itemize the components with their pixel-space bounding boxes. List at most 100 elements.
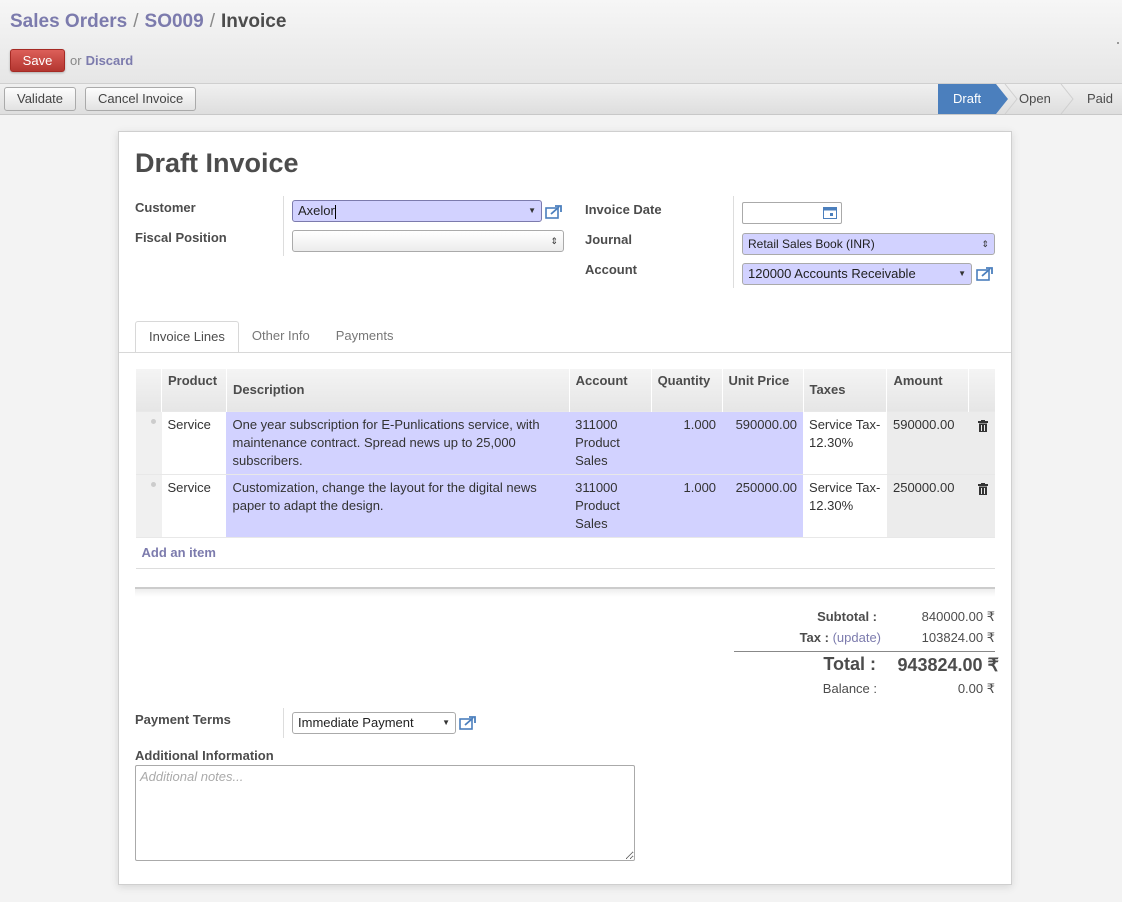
subtotal-label: Subtotal : [817,609,877,624]
additional-notes-textarea[interactable] [135,765,635,861]
column-header-quantity[interactable]: Quantity [650,369,723,411]
stage-chevron-icon [1004,84,1018,114]
table-end [135,567,995,569]
drag-handle-icon[interactable] [135,410,162,474]
cell-account[interactable]: 311000 Product Sales [569,473,652,537]
total-value: 943824.00 ₹ [897,655,999,675]
tax-value: 103824.00 ₹ [921,630,995,645]
validate-button[interactable]: Validate [4,87,77,111]
chevron-down-icon[interactable]: ▼ [442,713,450,733]
invoice-sheet: Draft Invoice Customer Fiscal Position A… [118,131,1012,885]
text-cursor [334,204,336,219]
column-header-description[interactable]: Description [225,369,570,411]
tab-invoice-lines[interactable]: Invoice Lines [135,321,239,353]
breadcrumb: Sales Orders / SO009/Invoice [10,11,286,33]
cell-amount: 250000.00 [886,473,969,537]
balance-label: Balance : [822,681,877,696]
fiscal-position-label: Fiscal Position [135,230,227,245]
trash-icon[interactable] [977,482,988,495]
form-actions: Save or Discard [10,49,133,72]
cell-taxes[interactable]: Service Tax-12.30% [803,410,887,474]
column-header-amount[interactable]: Amount [886,369,969,411]
field-divider [733,196,734,288]
journal-field[interactable]: Retail Sales Book (INR) ⇕ [742,233,995,255]
journal-value: Retail Sales Book (INR) [748,237,875,251]
invoice-date-input[interactable] [742,202,842,224]
account-field[interactable]: 120000 Accounts Receivable ▼ [742,263,972,285]
cell-description[interactable]: One year subscription for E-Punlications… [226,410,570,474]
additional-info-label: Additional Information [135,748,274,763]
field-divider [283,196,284,256]
column-header-product[interactable]: Product [161,369,227,411]
discard-link[interactable]: Discard [86,53,134,68]
add-item-row: Add an item [135,536,995,568]
cell-unit-price[interactable]: 590000.00 [722,410,804,474]
column-header-unit-price[interactable]: Unit Price [721,369,804,411]
drag-handle-icon[interactable] [135,473,162,537]
breadcrumb-separator: / [133,11,139,32]
invoice-lines-table: Product Description Account Quantity Uni… [135,369,995,569]
tax-label: Tax : [799,630,829,645]
cancel-invoice-button[interactable]: Cancel Invoice [85,87,197,111]
select-arrows-icon[interactable]: ⇕ [981,234,989,254]
fiscal-position-field[interactable]: ⇕ [292,230,564,252]
customer-field[interactable]: Axelor ▼ [292,200,542,222]
dot-indicator [1117,42,1119,44]
column-header-taxes[interactable]: Taxes [802,369,887,411]
cell-taxes[interactable]: Service Tax-12.30% [803,473,887,537]
top-bar: Sales Orders / SO009/Invoice Save or Disca… [0,0,1122,84]
chevron-down-icon[interactable]: ▼ [528,201,536,221]
column-header-account[interactable]: Account [568,369,652,411]
invoice-date-label: Invoice Date [585,202,662,217]
cell-account[interactable]: 311000 Product Sales [569,410,652,474]
breadcrumb-separator: / [209,11,215,32]
customer-label: Customer [135,200,196,215]
subtotal-value: 840000.00 ₹ [921,609,995,624]
external-link-icon[interactable] [545,204,563,219]
tax-label-group: Tax : (update) [759,630,881,645]
tax-update-link[interactable]: (update) [833,630,881,645]
payment-terms-label: Payment Terms [135,712,231,727]
table-row[interactable]: Service Customization, change the layout… [135,473,995,537]
select-arrows-icon[interactable]: ⇕ [550,231,558,251]
cell-product[interactable]: Service [161,473,227,537]
journal-label: Journal [585,232,632,247]
tab-payments[interactable]: Payments [323,321,407,353]
cell-description[interactable]: Customization, change the layout for the… [226,473,570,537]
payment-terms-value: Immediate Payment [298,715,414,730]
field-divider [283,708,284,738]
cell-amount: 590000.00 [886,410,969,474]
payment-terms-select[interactable]: Immediate Payment ▼ [292,712,456,734]
or-text: or [70,53,82,68]
stage-chevron-icon [1060,84,1074,114]
trash-icon[interactable] [977,419,988,432]
cell-quantity[interactable]: 1.000 [651,410,723,474]
customer-value: Axelor [298,203,335,218]
add-item-link[interactable]: Add an item [142,545,216,560]
external-link-icon[interactable] [459,715,477,730]
cell-product[interactable]: Service [161,410,227,474]
breadcrumb-so009[interactable]: SO009 [145,11,204,32]
cell-unit-price[interactable]: 250000.00 [722,473,804,537]
save-button[interactable]: Save [10,49,65,72]
table-row[interactable]: Service One year subscription for E-Punl… [135,410,995,474]
table-header-row: Product Description Account Quantity Uni… [135,369,995,411]
calendar-icon[interactable] [823,207,837,219]
cell-quantity[interactable]: 1.000 [651,473,723,537]
tab-other-info[interactable]: Other Info [239,321,323,353]
status-bar: Validate Cancel Invoice Draft Open Paid [0,84,1122,115]
page-title: Draft Invoice [135,148,299,178]
totals-divider [135,587,995,597]
handle-header [135,369,162,411]
stage-paid[interactable]: Paid [1087,84,1113,114]
total-rule [734,651,995,652]
stage-draft[interactable]: Draft [938,84,1008,114]
account-label: Account [585,262,637,277]
stage-open[interactable]: Open [1019,84,1051,114]
delete-row-button[interactable] [968,473,995,537]
notebook-tabs: Invoice Lines Other Info Payments [135,321,407,353]
breadcrumb-sales-orders[interactable]: Sales Orders [10,11,127,32]
delete-row-button[interactable] [968,410,995,474]
external-link-icon[interactable] [976,266,994,281]
chevron-down-icon[interactable]: ▼ [958,264,966,284]
